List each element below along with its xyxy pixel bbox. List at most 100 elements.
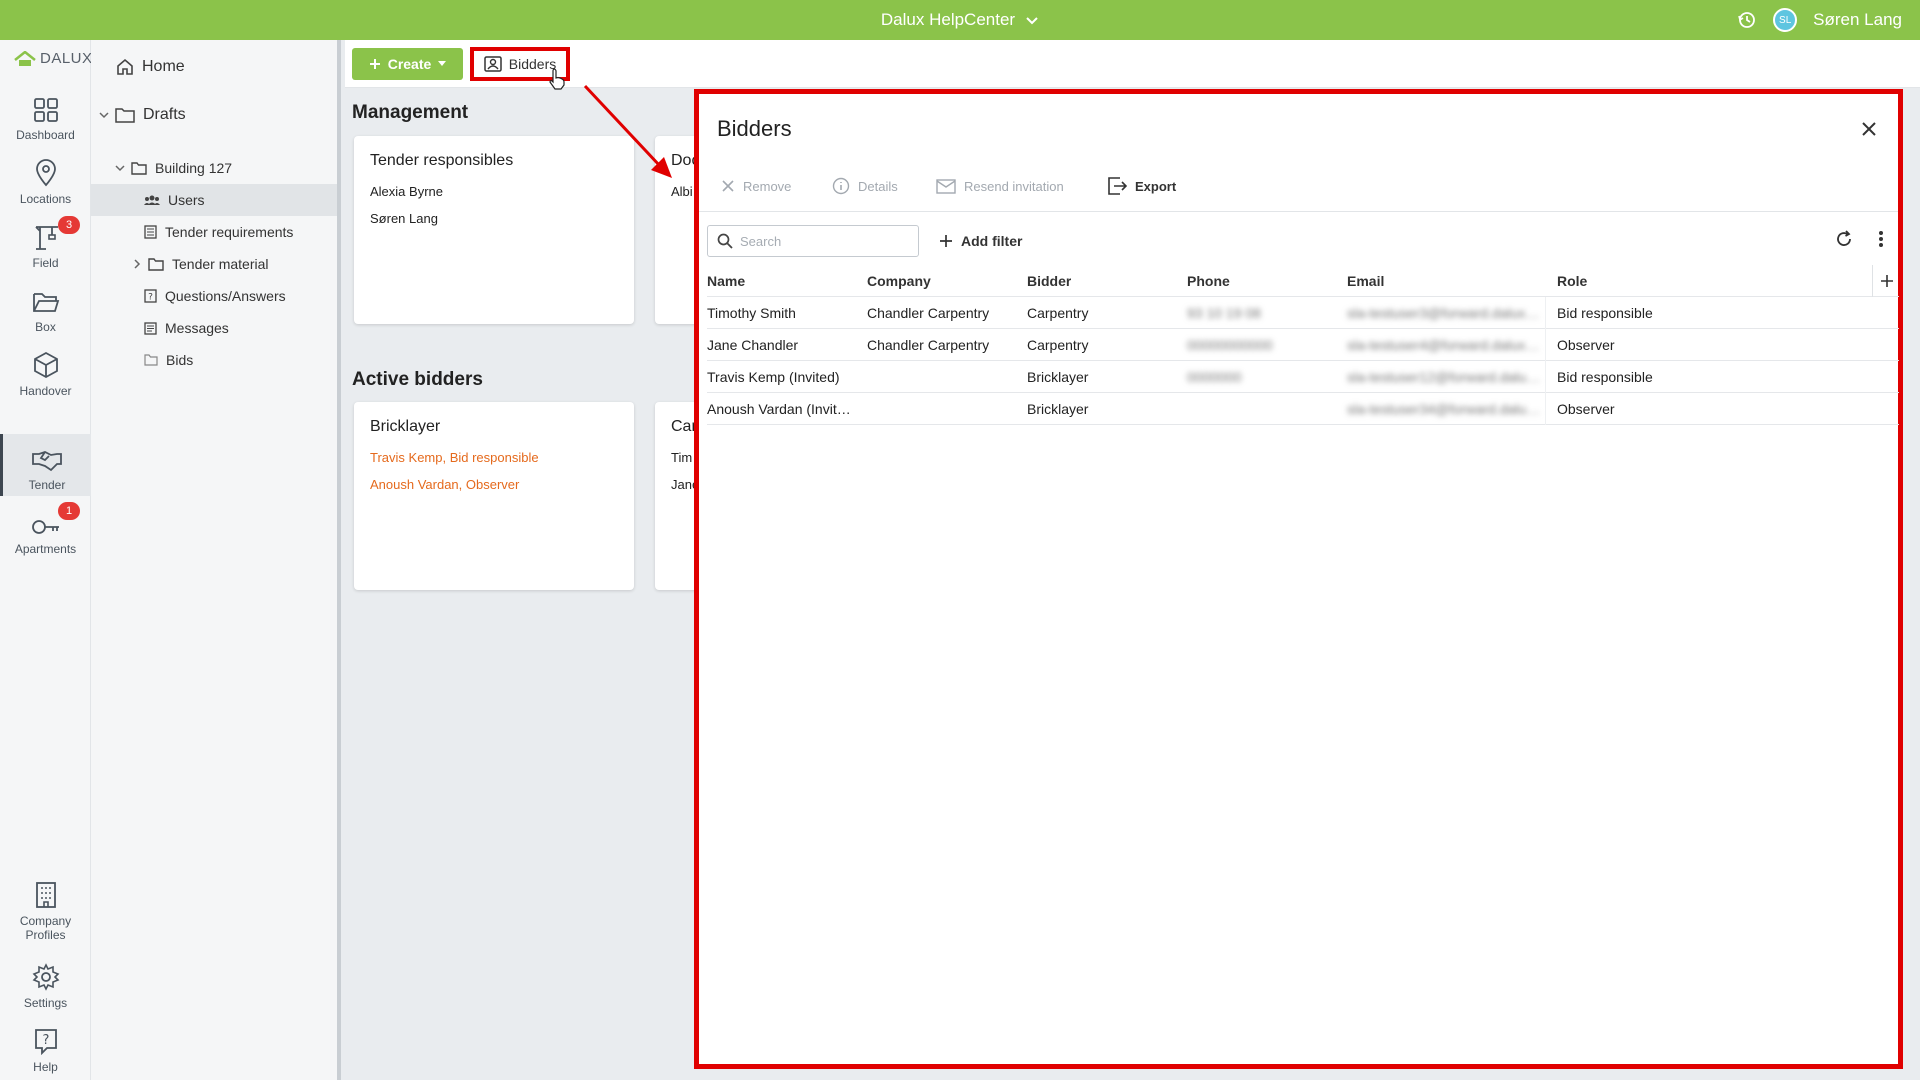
users-icon bbox=[144, 195, 160, 205]
app-rail: DALUX Dashboard Locations Field 3 Box Ha… bbox=[0, 40, 93, 1080]
tree-item-bids[interactable]: Bids bbox=[91, 344, 337, 376]
add-column-icon[interactable] bbox=[1880, 274, 1894, 288]
rail-item-tender[interactable]: Tender bbox=[0, 434, 91, 496]
chevron-right-icon[interactable] bbox=[132, 259, 142, 269]
bidders-dialog: Bidders Remove Details Resend invitation… bbox=[694, 89, 1903, 1069]
active-bidders-heading: Active bidders bbox=[352, 369, 483, 390]
export-button[interactable]: Export bbox=[1107, 174, 1176, 198]
rail-item-settings[interactable]: Settings bbox=[0, 952, 91, 1014]
apartments-notification-badge: 1 bbox=[58, 502, 80, 520]
home-icon bbox=[117, 58, 133, 75]
card-title: Tender responsibles bbox=[370, 152, 514, 169]
dalux-logo-icon bbox=[14, 50, 36, 66]
column-header-bidder[interactable]: Bidder bbox=[1027, 265, 1071, 297]
table-row[interactable]: Travis Kemp (Invited) Bricklayer 0000000… bbox=[707, 361, 1899, 393]
question-document-icon: ? bbox=[144, 289, 157, 303]
contact-card-icon bbox=[484, 56, 502, 72]
divider bbox=[699, 211, 1898, 212]
resend-invitation-button[interactable]: Resend invitation bbox=[936, 174, 1064, 198]
avatar[interactable]: SL bbox=[1773, 8, 1798, 32]
chevron-down-icon bbox=[1026, 17, 1038, 25]
table-row[interactable]: Timothy Smith Chandler Carpentry Carpent… bbox=[707, 297, 1899, 329]
svg-text:?: ? bbox=[42, 1033, 49, 1048]
table-row[interactable]: Jane Chandler Chandler Carpentry Carpent… bbox=[707, 329, 1899, 361]
tree-item-tender-material[interactable]: Tender material bbox=[91, 248, 337, 280]
document-icon bbox=[144, 225, 157, 239]
create-button[interactable]: Create bbox=[352, 48, 463, 80]
navigation-tree: Home Drafts Building 127 Users Tender re… bbox=[91, 40, 341, 1080]
caret-down-icon bbox=[438, 61, 447, 66]
folder-icon bbox=[131, 161, 147, 175]
tree-item-home[interactable]: Home bbox=[91, 51, 337, 83]
details-button[interactable]: Details bbox=[832, 174, 898, 198]
folder-icon bbox=[144, 354, 158, 366]
x-icon bbox=[722, 180, 734, 192]
remove-button[interactable]: Remove bbox=[721, 174, 791, 198]
column-header-role[interactable]: Role bbox=[1557, 265, 1587, 297]
chevron-down-icon[interactable] bbox=[115, 163, 125, 173]
folder-open-icon bbox=[32, 293, 59, 312]
add-filter-button[interactable]: Add filter bbox=[939, 228, 1022, 254]
tree-item-building[interactable]: Building 127 bbox=[91, 152, 337, 184]
help-icon: ? bbox=[34, 1029, 57, 1055]
gear-icon bbox=[32, 963, 59, 991]
bidders-table: Name Company Bidder Phone Email Role Tim… bbox=[707, 265, 1899, 425]
project-name[interactable]: Dalux HelpCenter bbox=[881, 10, 1015, 30]
rail-item-box[interactable]: Box bbox=[0, 276, 91, 338]
folder-icon bbox=[148, 257, 164, 271]
rail-item-dashboard[interactable]: Dashboard bbox=[0, 84, 91, 146]
folder-icon bbox=[115, 108, 135, 123]
export-icon bbox=[1108, 177, 1127, 195]
card-line[interactable]: Travis Kemp, Bid responsible bbox=[370, 444, 618, 471]
more-options-icon[interactable] bbox=[1878, 229, 1884, 249]
card-title: Bricklayer bbox=[370, 418, 441, 435]
mouse-cursor-icon bbox=[549, 68, 565, 90]
search-input[interactable]: Search bbox=[707, 225, 919, 257]
management-heading: Management bbox=[352, 102, 469, 123]
info-icon bbox=[832, 177, 850, 195]
rail-item-locations[interactable]: Locations bbox=[0, 148, 91, 210]
search-icon bbox=[717, 233, 733, 249]
field-notification-badge: 3 bbox=[58, 216, 80, 234]
column-header-phone[interactable]: Phone bbox=[1187, 265, 1230, 297]
tree-item-drafts[interactable]: Drafts bbox=[91, 99, 337, 131]
rail-item-apartments[interactable]: Apartments 1 bbox=[0, 498, 91, 560]
location-pin-icon bbox=[35, 159, 56, 187]
mail-icon bbox=[936, 179, 956, 194]
column-divider bbox=[1872, 265, 1873, 297]
main-toolbar: Create Bidders bbox=[345, 40, 1920, 90]
rail-item-help[interactable]: ? Help bbox=[0, 1016, 91, 1078]
column-header-name[interactable]: Name bbox=[707, 265, 745, 297]
tree-item-tender-requirements[interactable]: Tender requirements bbox=[91, 216, 337, 248]
bricklayer-card[interactable]: Bricklayer Travis Kemp, Bid responsible … bbox=[354, 402, 634, 590]
plus-icon bbox=[940, 235, 952, 247]
dashboard-icon bbox=[33, 98, 58, 122]
table-row[interactable]: Anoush Vardan (Invit… Bricklayer sla-tes… bbox=[707, 393, 1899, 425]
message-icon bbox=[144, 321, 157, 335]
tree-item-messages[interactable]: Messages bbox=[91, 312, 337, 344]
dialog-title: Bidders bbox=[717, 116, 792, 141]
history-icon[interactable] bbox=[1737, 10, 1757, 30]
svg-text:?: ? bbox=[148, 293, 153, 303]
chevron-down-icon[interactable] bbox=[99, 110, 109, 120]
project-selector[interactable]: Dalux HelpCenter bbox=[0, 0, 1920, 40]
handshake-icon bbox=[32, 451, 62, 472]
rail-item-company-profiles[interactable]: Company Profiles bbox=[0, 876, 91, 946]
tender-responsibles-card[interactable]: Tender responsibles Alexia Byrne Søren L… bbox=[354, 136, 634, 324]
user-name[interactable]: Søren Lang bbox=[1813, 10, 1902, 30]
column-header-email[interactable]: Email bbox=[1347, 265, 1384, 297]
table-header: Name Company Bidder Phone Email Role bbox=[707, 265, 1899, 297]
rail-item-field[interactable]: Field 3 bbox=[0, 212, 91, 274]
tree-item-users[interactable]: Users bbox=[91, 184, 337, 216]
search-placeholder: Search bbox=[740, 233, 782, 249]
plus-icon bbox=[369, 59, 380, 69]
column-header-company[interactable]: Company bbox=[867, 265, 931, 297]
dalux-logo: DALUX bbox=[14, 50, 93, 67]
tree-item-questions-answers[interactable]: ? Questions/Answers bbox=[91, 280, 337, 312]
cube-icon bbox=[33, 351, 58, 379]
refresh-icon[interactable] bbox=[1834, 229, 1854, 249]
close-icon[interactable] bbox=[1858, 118, 1880, 140]
key-icon bbox=[31, 520, 59, 534]
rail-item-handover[interactable]: Handover bbox=[0, 340, 91, 402]
card-line[interactable]: Anoush Vardan, Observer bbox=[370, 471, 618, 498]
